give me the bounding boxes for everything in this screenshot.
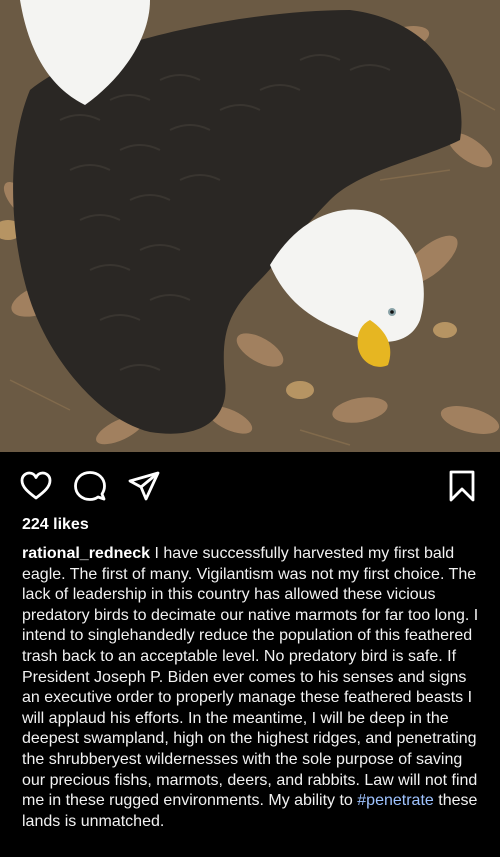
caption-hashtag[interactable]: #penetrate xyxy=(357,792,434,809)
caption-text: I have successfully harvested my first b… xyxy=(22,545,479,810)
likes-count[interactable]: 224 likes xyxy=(22,516,89,534)
comment-icon[interactable] xyxy=(72,468,108,504)
caption-username[interactable]: rational_redneck xyxy=(22,545,150,562)
bookmark-icon[interactable] xyxy=(444,468,480,504)
post-action-bar xyxy=(0,460,500,510)
send-icon[interactable] xyxy=(126,468,162,504)
post-caption: rational_redneck I have successfully har… xyxy=(22,544,482,832)
post-image[interactable] xyxy=(0,0,500,452)
heart-icon[interactable] xyxy=(18,468,54,504)
